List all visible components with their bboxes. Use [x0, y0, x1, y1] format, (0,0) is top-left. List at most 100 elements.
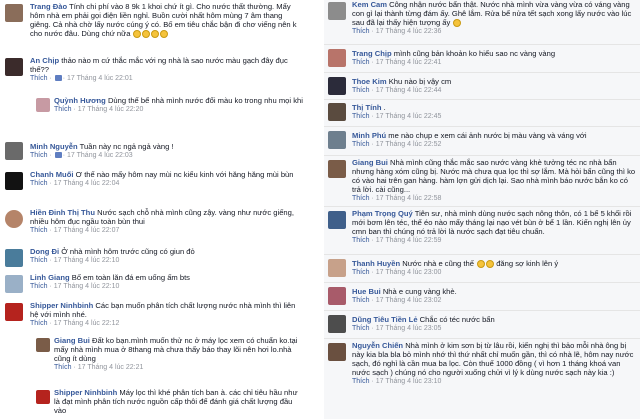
avatar[interactable]: [328, 2, 346, 20]
avatar[interactable]: [328, 259, 346, 277]
avatar[interactable]: [328, 315, 346, 333]
like-link[interactable]: Thích: [30, 283, 48, 290]
commenter-name[interactable]: Minh Nguyễn: [30, 142, 78, 151]
commenter-name[interactable]: Thanh Huyền: [352, 259, 400, 268]
avatar[interactable]: [328, 103, 346, 121]
comment-time[interactable]: · 17 Tháng 4 lúc 23:05: [371, 325, 441, 332]
like-link[interactable]: Thích: [30, 180, 48, 187]
like-link[interactable]: Thích: [352, 269, 370, 276]
avatar[interactable]: [328, 160, 346, 178]
comment-time[interactable]: · 17 Tháng 4 lúc 22:41: [371, 59, 441, 66]
avatar[interactable]: [328, 131, 346, 149]
like-link[interactable]: Thích: [30, 152, 48, 159]
comment: Giang Bui Nhà mình cũng thắc mắc sao nướ…: [324, 158, 640, 204]
avatar[interactable]: [5, 275, 23, 293]
commenter-name[interactable]: Giang Bui: [352, 158, 388, 167]
comment-reply: Quỳnh Hương Dùng thế bể nhà mình nước đổ…: [0, 96, 308, 132]
comment-time[interactable]: · 17 Tháng 4 lúc 22:04: [49, 180, 119, 187]
avatar[interactable]: [5, 172, 23, 190]
comment-time[interactable]: · 17 Tháng 4 lúc 22:21: [73, 364, 143, 371]
commenter-name[interactable]: Chanh Muối: [30, 170, 73, 179]
comment-time[interactable]: · 17 Tháng 4 lúc 22:20: [73, 106, 143, 113]
avatar[interactable]: [328, 49, 346, 67]
commenter-name[interactable]: Linh Giang: [30, 273, 70, 282]
like-link[interactable]: Thích: [352, 297, 370, 304]
like-link[interactable]: Thích: [352, 28, 370, 35]
avatar[interactable]: [328, 77, 346, 95]
comment-time[interactable]: · 17 Tháng 4 lúc 22:59: [371, 237, 441, 244]
like-link[interactable]: Thích: [352, 325, 370, 332]
comment-text: Nhà mình cũng thắc mắc sao nước vàng khè…: [352, 158, 636, 194]
comment-time[interactable]: · 17 Tháng 4 lúc 23:00: [371, 269, 441, 276]
like-link[interactable]: Thích: [30, 257, 48, 264]
commenter-name[interactable]: Nguyễn Chiến: [352, 341, 403, 350]
like-link[interactable]: Thích: [30, 227, 48, 234]
avatar[interactable]: [5, 249, 23, 267]
like-link[interactable]: Thích: [352, 378, 370, 385]
comment-time[interactable]: · 17 Tháng 4 lúc 22:10: [49, 283, 119, 290]
comment: Shipper Ninhbinh Các bạn muốn phân tích …: [0, 301, 308, 331]
commenter-name[interactable]: Phạm Trọng Quý: [352, 209, 413, 218]
like-link[interactable]: Thích: [54, 106, 72, 113]
avatar[interactable]: [328, 287, 346, 305]
commenter-name[interactable]: Hiền Đinh Thị Thu: [30, 208, 95, 217]
comment-reply: Shipper Ninhbinh Máy lọc thì khé phân tí…: [0, 388, 308, 419]
comment-time[interactable]: · 17 Tháng 4 lúc 22:01: [63, 75, 133, 82]
comment: Minh Nguyễn Tuần này nc ngả ngả vàng ! T…: [0, 140, 308, 166]
comment: Thị Tính . Thích · 17 Tháng 4 lúc 22:45: [324, 101, 640, 123]
comment: Nguyễn Chiến Nhà mình ở kim sơn bị từ lâ…: [324, 341, 640, 397]
avatar[interactable]: [5, 210, 23, 228]
avatar[interactable]: [5, 142, 23, 160]
like-link[interactable]: Thích: [352, 237, 370, 244]
comment-text: Đất ko bạn.mình muốn thử nc ở máy lọc xe…: [54, 336, 298, 363]
commenter-name[interactable]: Thị Tính: [352, 103, 382, 112]
commenter-name[interactable]: Trang Đào: [30, 2, 67, 11]
comment: Linh Giang Bố em toàn lăn đá em uống ấm …: [0, 273, 308, 295]
like-link[interactable]: Thích: [352, 87, 370, 94]
comment-time[interactable]: · 17 Tháng 4 lúc 23:10: [371, 378, 441, 385]
commenter-name[interactable]: Shipper Ninhbinh: [54, 388, 117, 397]
avatar[interactable]: [36, 390, 50, 404]
commenter-name[interactable]: Giang Bui: [54, 336, 90, 345]
commenter-name[interactable]: Thoe Kim: [352, 77, 387, 86]
commenter-name[interactable]: Shipper Ninhbinh: [30, 301, 93, 310]
like-link[interactable]: Thích: [352, 59, 370, 66]
comment-time[interactable]: · 17 Tháng 4 lúc 23:02: [371, 297, 441, 304]
like-link[interactable]: Thích: [352, 141, 370, 148]
commenter-name[interactable]: Trang Chịp: [352, 49, 392, 58]
comment-time[interactable]: · 17 Tháng 4 lúc 22:58: [371, 195, 441, 202]
commenter-name[interactable]: Hue Bui: [352, 287, 381, 296]
comment-time[interactable]: · 17 Tháng 4 lúc 22:07: [49, 227, 119, 234]
comment-time[interactable]: · 17 Tháng 4 lúc 22:36: [371, 28, 441, 35]
like-link[interactable]: Thích: [352, 195, 370, 202]
avatar[interactable]: [5, 4, 23, 22]
commenter-name[interactable]: Kem Cam: [352, 0, 387, 9]
avatar[interactable]: [5, 303, 23, 321]
comment-text: .: [383, 103, 386, 112]
comment-time[interactable]: · 17 Tháng 4 lúc 22:45: [371, 113, 441, 120]
commenter-name[interactable]: Dong Đỉ: [30, 247, 59, 256]
commenter-name[interactable]: An Chịp: [30, 56, 59, 65]
like-link[interactable]: Thích: [30, 75, 48, 82]
smiley-icon: [485, 260, 494, 268]
comment: An Chịp thảo nào m cứ thắc mắc với ng nh…: [0, 56, 308, 86]
comment-time[interactable]: · 17 Tháng 4 lúc 22:12: [49, 320, 119, 327]
comment-time[interactable]: · 17 Tháng 4 lúc 22:52: [371, 141, 441, 148]
commenter-name[interactable]: Quỳnh Hương: [54, 96, 106, 105]
like-link[interactable]: Thích: [30, 320, 48, 327]
comment-time[interactable]: · 17 Tháng 4 lúc 22:03: [63, 152, 133, 159]
avatar[interactable]: [328, 343, 346, 361]
like-link[interactable]: Thích: [352, 113, 370, 120]
smiley-icon: [151, 30, 160, 38]
like-count-icon: [54, 75, 62, 82]
commenter-name[interactable]: Minh Phú: [352, 131, 386, 140]
comment-time[interactable]: · 17 Tháng 4 lúc 22:44: [371, 87, 441, 94]
commenter-name[interactable]: Dũng Tiêu Tiền Lẻ: [352, 315, 418, 324]
comment-time[interactable]: · 17 Tháng 4 lúc 22:10: [49, 257, 119, 264]
avatar[interactable]: [5, 58, 23, 76]
like-link[interactable]: Thích: [54, 364, 72, 371]
avatar[interactable]: [36, 338, 50, 352]
avatar[interactable]: [328, 211, 346, 229]
comment-text: Ơ thế nào mấy hôm nay mùi nc kiểu kinh v…: [75, 170, 294, 179]
avatar[interactable]: [36, 98, 50, 112]
